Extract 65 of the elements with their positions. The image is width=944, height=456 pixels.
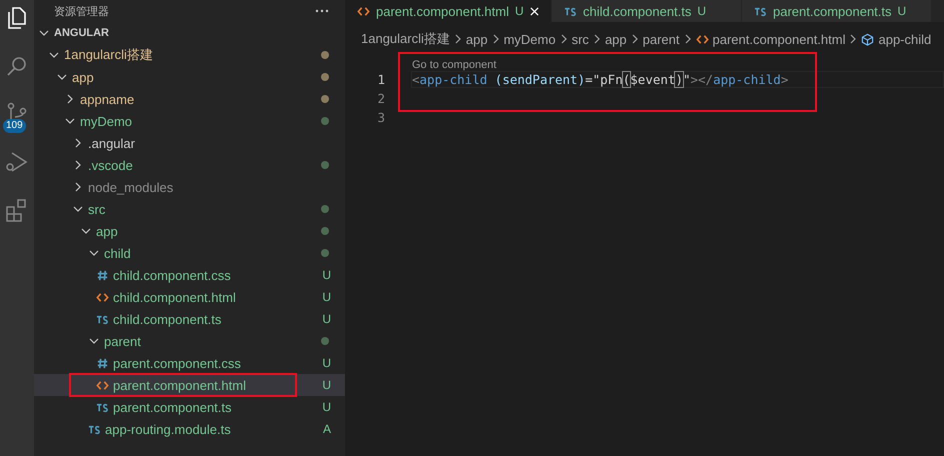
breadcrumb-item[interactable]: app-child [878,32,932,46]
run-debug-icon[interactable] [5,150,29,174]
breadcrumb-item[interactable]: parent.component.html [712,32,846,46]
code-brackets-icon [96,378,109,392]
tree-item[interactable]: appname [34,88,345,110]
more-icon[interactable] [315,9,329,13]
line-number: 1 [376,72,385,87]
chevron-right-icon [684,33,692,45]
code-brackets-icon [696,32,709,46]
files-icon[interactable] [5,6,29,30]
code-brackets-icon [357,4,370,18]
breadcrumb-item[interactable]: src [572,32,589,46]
panel-title: 资源管理器 [54,4,109,18]
tree-item[interactable]: .angular [34,132,345,154]
git-status-letter: U [322,312,331,326]
tree-item[interactable]: parent.component.html U [34,374,345,396]
chevron-right-icon [592,33,601,45]
breadcrumb-item[interactable]: myDemo [504,32,556,46]
code-brackets-icon [96,290,109,304]
git-status-letter: U [322,356,331,370]
git-status-letter: A [322,422,331,436]
tree-item[interactable]: parent [34,330,345,352]
git-status-letter: U [322,400,331,414]
git-status-letter: U [322,290,331,304]
git-status-letter: U [322,378,331,392]
tree-item[interactable]: child [34,242,345,264]
editor-tab[interactable]: parent.component.html U [345,0,552,22]
breadcrumb-item[interactable]: app [466,32,488,46]
tree-item[interactable]: app [34,66,345,88]
tree-item[interactable]: parent.component.css U [34,352,345,374]
section-header[interactable]: ANGULAR [34,22,345,44]
extensions-icon[interactable] [5,198,29,222]
breadcrumb-item[interactable]: app [604,32,627,46]
tree-item[interactable]: 1angularcli搭建 [34,44,345,66]
git-status-letter: U [322,268,331,282]
notification-badge: 109 [3,119,26,133]
tree-item[interactable]: child.component.ts U [34,308,345,330]
tree-item[interactable]: child.component.html U [34,286,345,308]
tree-item[interactable]: child.component.css U [34,264,345,286]
chevron-right-icon [454,33,462,45]
code-line: <app-child (sendParent)="pFn($event)"></app-child> [412,72,788,87]
chevron-right-icon [492,33,500,45]
breadcrumb-item[interactable]: parent [642,32,680,46]
source-control-icon[interactable] [5,102,29,119]
tree-item[interactable]: app [34,220,345,242]
line-number: 2 [376,91,385,106]
search-icon[interactable] [5,54,29,78]
chevron-right-icon [849,33,858,45]
close-icon[interactable] [530,6,539,16]
tree-item[interactable]: src [34,198,345,220]
tree-item[interactable]: myDemo [34,110,345,132]
tree-item[interactable]: node_modules [34,176,345,198]
hash-icon [96,268,109,282]
editor-tab[interactable]: child.component.ts U [552,0,742,22]
cube-icon [861,32,874,46]
code-lens-link[interactable]: Go to component [412,59,496,71]
breadcrumb-item[interactable]: 1angularcli搭建 [361,30,450,48]
chevron-right-icon [560,33,568,45]
chevron-right-icon [630,33,639,45]
line-number: 3 [376,110,385,125]
hash-icon [96,356,109,370]
tree-item[interactable]: .vscode [34,154,345,176]
tree-item[interactable]: parent.component.ts U [34,396,345,418]
tree-item[interactable]: app-routing.module.ts A [34,418,345,440]
editor-tab[interactable]: parent.component.ts U [742,0,932,22]
